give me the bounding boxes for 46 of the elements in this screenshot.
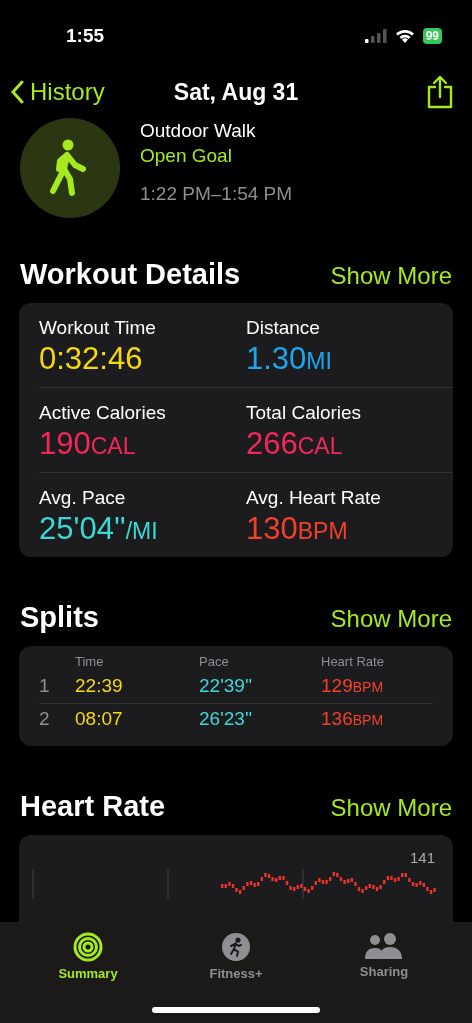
split-time: 08:07	[75, 707, 124, 731]
tab-bar-item[interactable]: Sharing	[324, 922, 444, 1023]
people-icon	[364, 932, 404, 960]
chevron-left-icon	[10, 80, 24, 104]
show-more-link[interactable]: Show More	[330, 605, 452, 633]
metric-value: 0:32:46	[39, 341, 144, 377]
metric-label: Avg. Heart Rate	[246, 487, 382, 509]
split-pace: 26'23''	[199, 707, 254, 731]
metric-value: 266CAL	[246, 426, 344, 462]
back-button[interactable]: History	[10, 78, 105, 106]
workout-goal: Open Goal	[140, 145, 233, 167]
section-title: Splits	[20, 601, 99, 634]
wifi-icon	[394, 28, 415, 44]
split-number: 2	[39, 707, 51, 731]
metric-label: Total Calories	[246, 402, 363, 424]
metric-value: 1.30MI	[246, 341, 333, 377]
column-header: Heart Rate	[321, 654, 385, 671]
nav-title: Sat, Aug 31	[173, 78, 299, 105]
show-more-link[interactable]: Show More	[330, 262, 452, 290]
metric-label: Active Calories	[39, 402, 167, 424]
column-header: Time	[75, 654, 105, 671]
signal-icon	[364, 29, 387, 43]
rings-icon	[73, 932, 103, 962]
tab-bar-item[interactable]: Summary	[28, 922, 148, 1023]
show-more-link[interactable]: Show More	[330, 794, 452, 822]
battery-level: 99	[422, 28, 442, 44]
metric-label: Distance	[246, 317, 321, 339]
metric-value: 25'04''/MI	[39, 511, 159, 547]
metric-label: Avg. Pace	[39, 487, 127, 509]
metric-label: Workout Time	[39, 317, 157, 339]
section-title: Workout Details	[20, 258, 241, 291]
workout-time-range: 1:22 PM–1:54 PM	[140, 183, 293, 205]
section-title: Heart Rate	[20, 790, 166, 823]
workout-name: Outdoor Walk	[140, 120, 257, 142]
runner-icon	[221, 932, 251, 962]
chart-max-label: 141	[409, 849, 435, 866]
split-number: 1	[39, 674, 51, 698]
column-header: Pace	[199, 654, 230, 671]
split-time: 22:39	[75, 674, 124, 698]
split-pace: 22'39''	[199, 674, 254, 698]
metric-value: 130BPM	[246, 511, 349, 547]
split-heart-rate: 136BPM	[321, 707, 385, 731]
status-time: 1:55	[66, 25, 105, 47]
split-heart-rate: 129BPM	[321, 674, 385, 698]
metric-value: 190CAL	[39, 426, 137, 462]
share-icon[interactable]	[426, 75, 454, 109]
